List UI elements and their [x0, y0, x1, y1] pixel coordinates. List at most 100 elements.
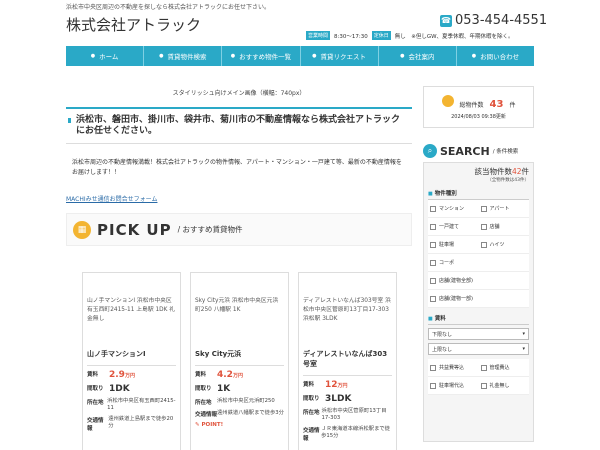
hours-text: 8:30～17:30 — [334, 33, 368, 40]
checkbox-label: 共益費等込 — [439, 365, 465, 371]
type-checkbox[interactable]: アパート — [478, 200, 529, 218]
type-checkbox[interactable]: 駐車場 — [428, 236, 479, 254]
rent-number: 2.9 — [109, 370, 125, 380]
hit-number: 42 — [511, 167, 522, 176]
layout-row: 間取り 3LDK — [303, 394, 392, 404]
nav-home[interactable]: ● ホーム — [66, 46, 145, 66]
rent-row: 賃料 4.2万円 — [195, 370, 284, 380]
checkbox-box[interactable] — [480, 241, 487, 248]
nav-search[interactable]: ● 賃貸物件検索 — [144, 46, 223, 66]
rent-label: 賃料 — [195, 372, 207, 378]
rent-option-checkbox[interactable]: 共益費等込 — [428, 359, 479, 377]
pickup-subtitle: / おすすめ賃貸物件 — [177, 225, 243, 234]
hit-label: 該当物件数 — [474, 167, 512, 176]
property-card[interactable]: Sky City元浜 浜松市中央区元浜町250 八幡駅 1K Sky City元… — [190, 272, 289, 450]
checkbox-box[interactable] — [430, 259, 436, 266]
rent-row: 賃料 12万円 — [303, 380, 392, 390]
checkbox-box[interactable] — [480, 364, 487, 371]
property-image[interactable]: Sky City元浜 浜松市中央区元浜町250 八幡駅 1K — [195, 277, 284, 343]
chevron-down-icon: ▾ — [522, 331, 525, 337]
property-count-box: 総物件数 43 件 2024/08/03 09:38更新 — [423, 86, 534, 128]
type-checkbox[interactable]: 店舗(建物一部) — [428, 290, 529, 308]
access-label: 交通情報 — [303, 428, 320, 442]
layout-label: 間取り — [87, 386, 104, 392]
search-form: 該当物件数42件 （全物件数は43件） 物件種別 マンション アパート 一戸建て… — [423, 162, 534, 442]
checkbox-label: 店舗 — [489, 224, 500, 230]
checkbox-label: 駐車場 — [439, 242, 455, 248]
checkbox-box[interactable] — [480, 205, 487, 212]
count-line: 総物件数 43 件 — [441, 94, 516, 110]
chevron-down-icon: ▾ — [522, 346, 525, 352]
type-group-title: 物件種別 — [428, 189, 529, 200]
building-icon: ▦ — [73, 220, 91, 239]
address-row: 所在地 浜松市中央区有玉西町2415-11 — [87, 398, 176, 412]
checkbox-box[interactable] — [430, 364, 436, 371]
access-row: 交通情報 遠州鉄道八幡駅まで徒歩3分 — [195, 410, 284, 418]
checkbox-box[interactable] — [430, 223, 436, 230]
header-tagline: 浜松市中央区周辺の不動産を探しなら株式会社アトラックにお任せ下さい。 — [66, 4, 271, 11]
layout-label: 間取り — [303, 396, 320, 402]
point-icon: ✎ — [195, 422, 200, 428]
rent-option-checkbox[interactable]: 駐車場代込 — [428, 377, 479, 395]
nav-company[interactable]: ● 会社案内 — [379, 46, 457, 66]
count-unit: 件 — [509, 101, 516, 109]
property-name[interactable]: Sky City元浜 — [195, 343, 284, 366]
property-name[interactable]: 山ノ手マンションI — [87, 343, 176, 366]
layout-row: 間取り 1K — [195, 384, 284, 394]
checkbox-label: ハイツ — [489, 242, 505, 248]
rent-max-select[interactable]: 上限なし ▾ — [428, 343, 529, 355]
rent-value: 12万円 — [325, 380, 348, 390]
contact-form-link[interactable]: MACHIみせ通信お問合せフォーム — [66, 184, 412, 213]
checkbox-box[interactable] — [480, 382, 487, 389]
count-value: 43 — [489, 98, 504, 110]
checkbox-box[interactable] — [430, 295, 436, 302]
address-value: 浜松市中央区有玉西町2415-11 — [107, 398, 176, 411]
nav-label: お問い合わせ — [480, 53, 520, 61]
nav-label: 会社案内 — [408, 53, 435, 61]
rent-label: 賃料 — [303, 382, 315, 388]
site-logo[interactable]: 株式会社アトラック — [66, 14, 201, 35]
type-checkbox[interactable]: ハイツ — [478, 236, 529, 254]
intro-text: 浜松市周辺の不動産情報満載！株式会社アトラックの物件情報、アパート・マンション・… — [72, 159, 402, 176]
checkbox-box[interactable] — [430, 205, 436, 212]
type-checkbox[interactable]: 店舗(建物全部) — [428, 272, 529, 290]
nav-bullet-icon: ● — [400, 53, 405, 59]
main-nav: ● ホーム ● 賃貸物件検索 ● おすすめ物件一覧 ● 賃貸リクエスト ● 会社案内 ● お… — [66, 46, 534, 66]
property-image[interactable]: 山ノ手マンションI 浜松市中央区有玉西町2415-11 上島駅 1DK 礼金無し — [87, 277, 176, 343]
type-checkbox[interactable]: 店舗 — [478, 218, 529, 236]
layout-value: 1K — [217, 384, 231, 394]
rent-min-select[interactable]: 下限なし ▾ — [428, 328, 529, 340]
sidebar: 総物件数 43 件 2024/08/03 09:38更新 ⌕ SEARCH / … — [423, 86, 534, 442]
property-name[interactable]: ディアレストいなんば303号室 — [303, 343, 392, 376]
holiday-text: 無し ※但しGW、夏季休暇、年期休暇を除く。 — [394, 33, 514, 40]
rent-option-checkbox[interactable]: 管理費込 — [478, 359, 529, 377]
pickup-title: PICK UP — [97, 220, 172, 239]
checkbox-box[interactable] — [480, 223, 487, 230]
property-card[interactable]: ディアレストいなんば303号室 浜松市中央区菅原町13丁目17-303 浜松駅 … — [298, 272, 397, 450]
nav-recommended[interactable]: ● おすすめ物件一覧 — [222, 46, 301, 66]
updated-text: 2024/08/03 09:38更新 — [451, 113, 506, 120]
checkbox-box[interactable] — [430, 277, 436, 284]
rent-unit: 万円 — [232, 373, 243, 379]
rent-row: 賃料 2.9万円 — [87, 370, 176, 380]
address-label: 所在地 — [195, 400, 212, 406]
address-label: 所在地 — [303, 410, 320, 416]
checkbox-label: 一戸建て — [439, 224, 460, 230]
point-badge: ✎ POINT! — [195, 422, 284, 428]
type-checkbox[interactable]: コーポ — [428, 254, 529, 272]
nav-bullet-icon: ● — [312, 53, 317, 59]
hit-note: （全物件数は43件） — [487, 178, 529, 183]
nav-request[interactable]: ● 賃貸リクエスト — [301, 46, 379, 66]
checkbox-label: 駐車場代込 — [439, 383, 465, 389]
access-value: 遠州鉄道上島駅まで徒歩20分 — [108, 416, 174, 429]
rent-option-checkbox[interactable]: 礼金無し — [478, 377, 529, 395]
type-checkbox[interactable]: マンション — [428, 200, 479, 218]
phone-number[interactable]: ☎ 053-454-4551 — [440, 13, 547, 28]
checkbox-box[interactable] — [430, 382, 436, 389]
type-checkboxes: マンション アパート 一戸建て 店舗 駐車場 ハイツ コーポ 店舗(建物全部) … — [428, 200, 529, 308]
nav-contact[interactable]: ● お問い合わせ — [457, 46, 534, 66]
checkbox-box[interactable] — [430, 241, 436, 248]
type-checkbox[interactable]: 一戸建て — [428, 218, 479, 236]
property-image[interactable]: ディアレストいなんば303号室 浜松市中央区菅原町13丁目17-303 浜松駅 … — [303, 277, 392, 343]
property-card[interactable]: 山ノ手マンションI 浜松市中央区有玉西町2415-11 上島駅 1DK 礼金無し… — [82, 272, 181, 450]
